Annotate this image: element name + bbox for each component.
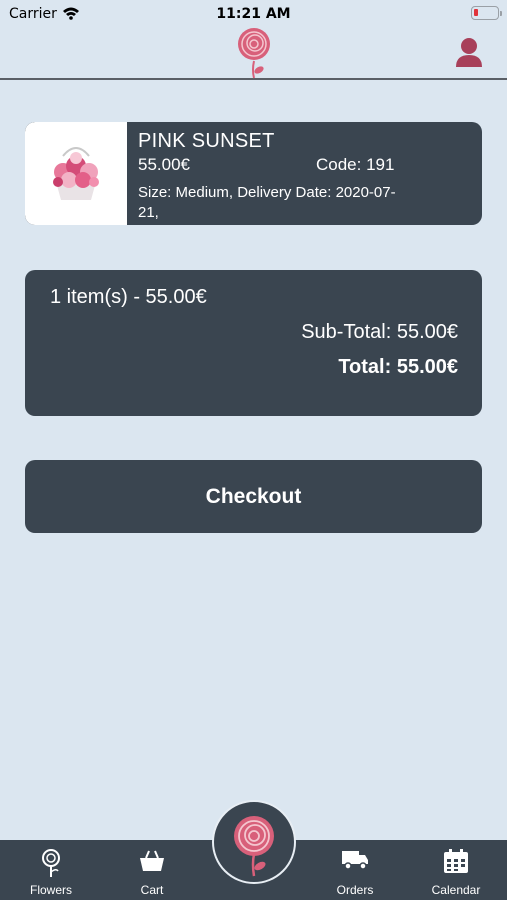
- tab-cart[interactable]: Cart: [112, 840, 192, 900]
- product-code: Code: 191: [316, 155, 395, 174]
- status-bar: Carrier 11:21 AM: [0, 0, 507, 28]
- product-details: Size: Medium, Delivery Date: 2020-07-21,: [138, 184, 396, 221]
- user-icon[interactable]: [455, 36, 483, 68]
- battery-icon: [471, 6, 502, 20]
- order-summary: 1 item(s) - 55.00€ Sub-Total: 55.00€ Tot…: [25, 270, 482, 416]
- tab-orders[interactable]: Orders: [315, 840, 395, 900]
- tab-calendar[interactable]: Calendar: [416, 840, 496, 900]
- status-time: 11:21 AM: [216, 6, 291, 22]
- tab-label: Calendar: [431, 883, 481, 897]
- tab-label: Flowers: [29, 883, 72, 897]
- subtotal: Sub-Total: 55.00€: [301, 321, 458, 343]
- checkout-button[interactable]: Checkout: [25, 460, 482, 533]
- product-price: 55.00€: [138, 155, 190, 174]
- rose-logo-icon: [234, 28, 274, 80]
- tab-label: Cart: [140, 883, 164, 897]
- tab-home[interactable]: [212, 800, 296, 884]
- cart-item-card[interactable]: PINK SUNSET 55.00€ Code: 191 Size: Mediu…: [25, 122, 482, 225]
- product-image: [25, 122, 127, 225]
- nav-bar: [0, 28, 507, 80]
- tab-label: Orders: [336, 883, 374, 897]
- product-name: PINK SUNSET: [138, 130, 275, 152]
- tab-flowers[interactable]: Flowers: [11, 840, 91, 900]
- total: Total: 55.00€: [338, 356, 458, 378]
- item-count: 1 item(s) - 55.00€: [50, 286, 207, 308]
